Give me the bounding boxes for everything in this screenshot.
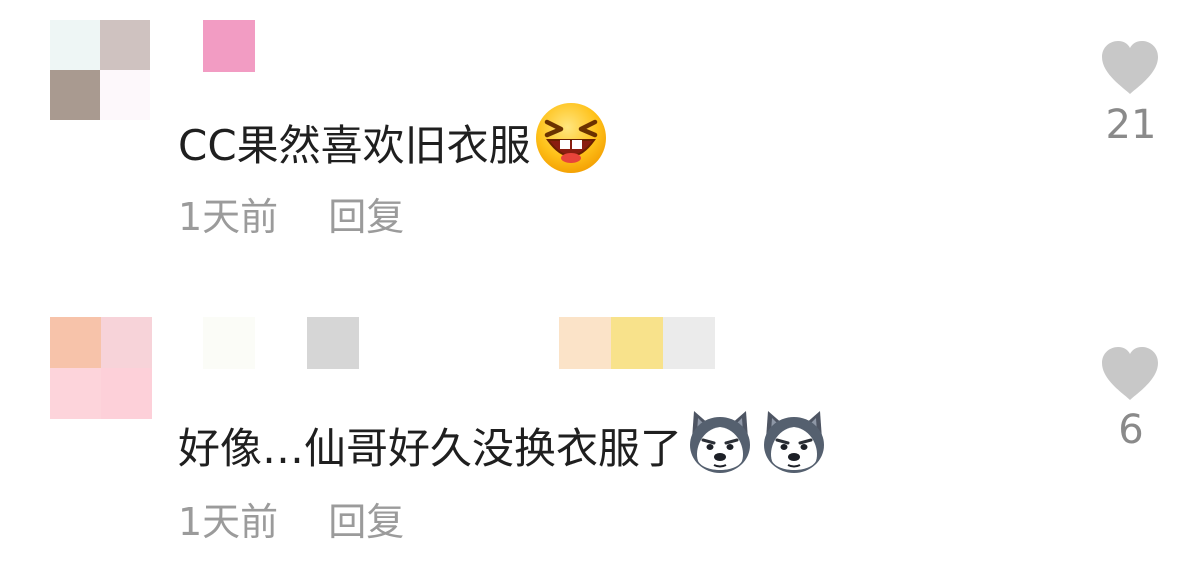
comment-item: 好像…仙哥好久没换衣服了 1天前 回复 6: [0, 300, 1200, 585]
comment-meta: 1天前 回复: [178, 497, 404, 547]
comment-time: 1天前: [178, 195, 279, 239]
like-button[interactable]: [1100, 346, 1160, 406]
heart-icon[interactable]: [1100, 40, 1160, 96]
comment-item: CC果然喜欢旧衣服 1天前 回复 21: [0, 0, 1200, 285]
comment-text-content: CC果然喜欢旧衣服: [178, 121, 531, 170]
husky-dog-emoji-icon: [758, 405, 830, 493]
comment-text: CC果然喜欢旧衣服: [178, 100, 609, 192]
reply-button[interactable]: 回复: [328, 500, 404, 544]
like-count: 21: [1105, 102, 1157, 148]
comment-meta: 1天前 回复: [178, 192, 404, 242]
comment-text: 好像…仙哥好久没换衣服了: [178, 405, 830, 493]
reply-button[interactable]: 回复: [328, 195, 404, 239]
laughing-squint-emoji-icon: [533, 100, 609, 192]
husky-dog-emoji-icon: [684, 405, 756, 493]
comment-time: 1天前: [178, 500, 279, 544]
username[interactable]: [203, 20, 255, 72]
like-count: 6: [1118, 407, 1144, 453]
username[interactable]: [203, 317, 715, 369]
avatar[interactable]: [50, 317, 152, 419]
avatar[interactable]: [50, 20, 150, 120]
like-button[interactable]: [1100, 40, 1160, 100]
comment-text-content: 好像…仙哥好久没换衣服了: [178, 424, 683, 473]
heart-icon[interactable]: [1100, 346, 1160, 402]
